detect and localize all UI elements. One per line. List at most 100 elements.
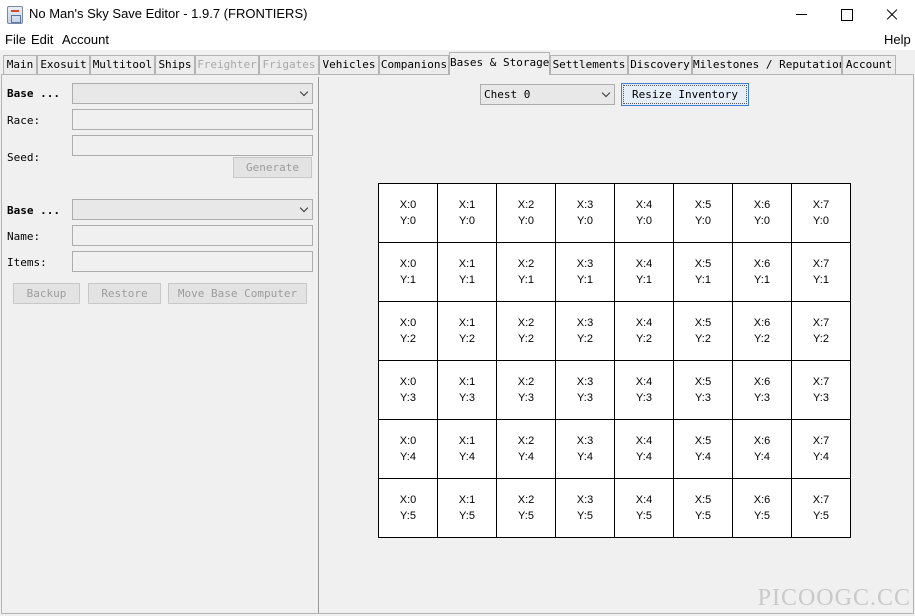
slot-y-label: Y:4	[695, 451, 711, 463]
tab-bases-storage[interactable]: Bases & Storage	[449, 52, 550, 75]
inventory-slot[interactable]: X:7 Y:2	[792, 302, 851, 361]
inventory-slot[interactable]: X:0 Y:4	[379, 420, 438, 479]
splitter[interactable]	[318, 77, 319, 613]
items-field[interactable]	[72, 251, 313, 272]
tab-exosuit[interactable]: Exosuit	[37, 55, 90, 74]
maximize-icon[interactable]	[824, 0, 870, 30]
inventory-slot[interactable]: X:1 Y:0	[438, 184, 497, 243]
inventory-slot[interactable]: X:6 Y:4	[733, 420, 792, 479]
inventory-slot[interactable]: X:1 Y:5	[438, 479, 497, 538]
inventory-slot[interactable]: X:7 Y:4	[792, 420, 851, 479]
tab-vehicles[interactable]: Vehicles	[319, 55, 379, 74]
inventory-slot[interactable]: X:1 Y:3	[438, 361, 497, 420]
inventory-slot[interactable]: X:6 Y:1	[733, 243, 792, 302]
tab-main[interactable]: Main	[3, 55, 37, 74]
slot-x-label: X:1	[458, 317, 476, 329]
chest-select[interactable]: Chest 0	[480, 84, 615, 105]
inventory-slot[interactable]: X:4 Y:1	[615, 243, 674, 302]
base-select[interactable]	[72, 83, 313, 104]
inventory-slot[interactable]: X:1 Y:1	[438, 243, 497, 302]
slot-x-label: X:7	[812, 258, 830, 270]
inventory-slot[interactable]: X:0 Y:2	[379, 302, 438, 361]
seed-field[interactable]	[72, 135, 313, 156]
race-field[interactable]	[72, 109, 313, 130]
base-select-2[interactable]	[72, 199, 313, 220]
tab-settlements[interactable]: Settlements	[550, 55, 628, 74]
inventory-slot[interactable]: X:6 Y:0	[733, 184, 792, 243]
slot-x-label: X:0	[399, 199, 417, 211]
inventory-slot[interactable]: X:5 Y:4	[674, 420, 733, 479]
inventory-slot[interactable]: X:2 Y:0	[497, 184, 556, 243]
menu-help[interactable]: Help	[884, 32, 911, 47]
inventory-slot[interactable]: X:7 Y:5	[792, 479, 851, 538]
inventory-slot[interactable]: X:6 Y:3	[733, 361, 792, 420]
tab-account[interactable]: Account	[842, 55, 896, 74]
inventory-slot[interactable]: X:3 Y:5	[556, 479, 615, 538]
inventory-slot[interactable]: X:5 Y:0	[674, 184, 733, 243]
inventory-slot[interactable]: X:5 Y:5	[674, 479, 733, 538]
slot-x-label: X:2	[517, 494, 535, 506]
close-icon[interactable]	[869, 0, 915, 30]
inventory-slot[interactable]: X:1 Y:2	[438, 302, 497, 361]
move-base-computer-button[interactable]: Move Base Computer	[168, 283, 307, 304]
inventory-slot[interactable]: X:2 Y:4	[497, 420, 556, 479]
slot-y-label: Y:5	[754, 510, 770, 522]
inventory-grid: X:0 Y:0 X:1 Y:0 X:2 Y:0 X:3 Y:0 X:4 Y:0 X:5 Y:0 X:6 Y…	[378, 183, 851, 538]
inventory-slot[interactable]: X:4 Y:5	[615, 479, 674, 538]
inventory-slot[interactable]: X:5 Y:3	[674, 361, 733, 420]
items-label: Items:	[7, 256, 47, 269]
inventory-slot[interactable]: X:4 Y:4	[615, 420, 674, 479]
inventory-slot[interactable]: X:4 Y:3	[615, 361, 674, 420]
inventory-slot[interactable]: X:0 Y:1	[379, 243, 438, 302]
minimize-icon[interactable]	[778, 0, 824, 30]
inventory-slot[interactable]: X:2 Y:5	[497, 479, 556, 538]
resize-inventory-button[interactable]: Resize Inventory	[621, 83, 749, 106]
inventory-slot[interactable]: X:4 Y:2	[615, 302, 674, 361]
restore-button[interactable]: Restore	[88, 283, 161, 304]
slot-x-label: X:7	[812, 199, 830, 211]
inventory-slot[interactable]: X:5 Y:2	[674, 302, 733, 361]
menu-file[interactable]: File	[5, 32, 26, 47]
slot-x-label: X:1	[458, 435, 476, 447]
slot-y-label: Y:1	[577, 274, 593, 286]
inventory-slot[interactable]: X:7 Y:0	[792, 184, 851, 243]
tab-discovery[interactable]: Discovery	[628, 55, 692, 74]
inventory-slot[interactable]: X:4 Y:0	[615, 184, 674, 243]
tab-ships[interactable]: Ships	[155, 55, 195, 74]
inventory-slot[interactable]: X:2 Y:3	[497, 361, 556, 420]
slot-y-label: Y:1	[813, 274, 829, 286]
inventory-slot[interactable]: X:0 Y:0	[379, 184, 438, 243]
name-field[interactable]	[72, 225, 313, 246]
inventory-slot[interactable]: X:3 Y:3	[556, 361, 615, 420]
inventory-slot[interactable]: X:5 Y:1	[674, 243, 733, 302]
inventory-slot[interactable]: X:3 Y:1	[556, 243, 615, 302]
tab-companions[interactable]: Companions	[379, 55, 449, 74]
inventory-slot[interactable]: X:1 Y:4	[438, 420, 497, 479]
inventory-slot[interactable]: X:2 Y:1	[497, 243, 556, 302]
inventory-slot[interactable]: X:3 Y:2	[556, 302, 615, 361]
slot-x-label: X:3	[576, 494, 594, 506]
menu-edit[interactable]: Edit	[31, 32, 53, 47]
inventory-slot[interactable]: X:6 Y:2	[733, 302, 792, 361]
slot-y-label: Y:4	[813, 451, 829, 463]
generate-button[interactable]: Generate	[233, 157, 312, 178]
tab-milestones-reputation[interactable]: Milestones / Reputation	[692, 55, 842, 74]
inventory-slot[interactable]: X:7 Y:3	[792, 361, 851, 420]
inventory-slot[interactable]: X:3 Y:0	[556, 184, 615, 243]
chevron-down-icon	[601, 88, 611, 98]
slot-y-label: Y:0	[754, 215, 770, 227]
inventory-slot[interactable]: X:0 Y:5	[379, 479, 438, 538]
slot-x-label: X:2	[517, 258, 535, 270]
backup-button[interactable]: Backup	[13, 283, 80, 304]
inventory-slot[interactable]: X:6 Y:5	[733, 479, 792, 538]
menu-account[interactable]: Account	[62, 32, 109, 47]
slot-y-label: Y:3	[577, 392, 593, 404]
slot-y-label: Y:5	[695, 510, 711, 522]
inventory-slot[interactable]: X:2 Y:2	[497, 302, 556, 361]
slot-y-label: Y:0	[695, 215, 711, 227]
tab-multitool[interactable]: Multitool	[90, 55, 155, 74]
inventory-slot[interactable]: X:3 Y:4	[556, 420, 615, 479]
inventory-slot[interactable]: X:7 Y:1	[792, 243, 851, 302]
slot-y-label: Y:0	[636, 215, 652, 227]
inventory-slot[interactable]: X:0 Y:3	[379, 361, 438, 420]
